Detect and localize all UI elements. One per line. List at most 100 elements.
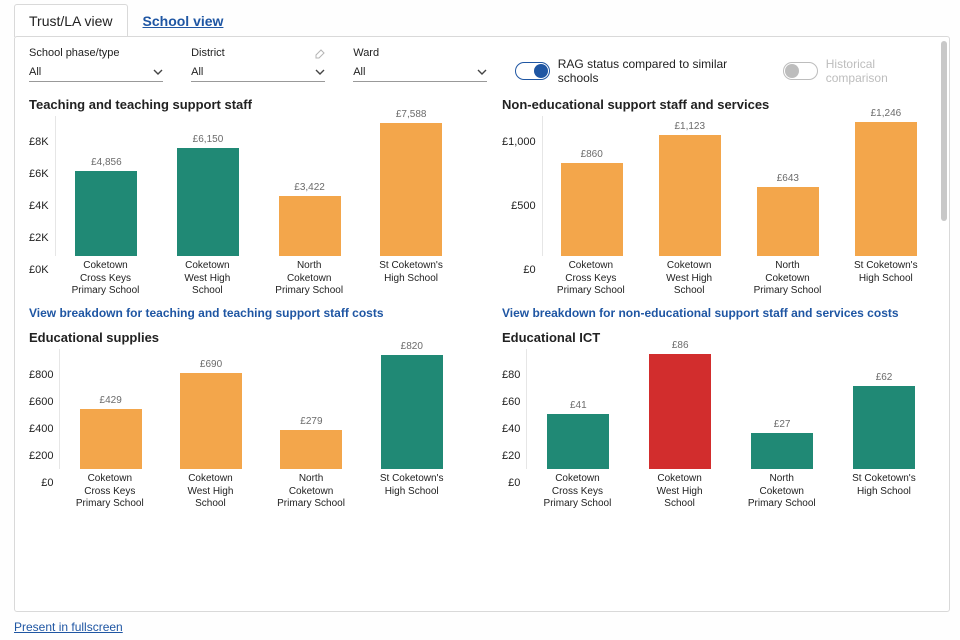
chart-area: £800 £600 £400 £200 £0 £429£690£279£820 … [29, 349, 462, 509]
bar[interactable] [180, 373, 242, 469]
y-axis: £8K £6K £4K £2K £0K [29, 116, 55, 276]
bar[interactable] [547, 414, 609, 469]
bar[interactable] [751, 433, 813, 469]
bar-value-label: £6,150 [174, 134, 242, 145]
bar-value-label: £3,422 [276, 182, 344, 193]
bar[interactable] [381, 355, 443, 469]
toggle-track [783, 62, 817, 80]
bar[interactable] [649, 354, 711, 469]
bar[interactable] [757, 187, 819, 256]
filter-label: School phase/type [29, 47, 163, 59]
bar[interactable] [280, 430, 342, 469]
category-row: Coketown Cross Keys Primary School Coketo… [55, 256, 462, 298]
chart-teaching-support: Teaching and teaching support staff £8K … [29, 97, 462, 320]
category-label: Coketown Cross Keys Primary School [72, 260, 140, 298]
bar-col: £279 [277, 349, 345, 469]
plot: £41£86£27£62 Coketown Cross Keys Primary… [526, 349, 935, 509]
bar-col: £62 [850, 349, 918, 469]
bar-col: £41 [544, 349, 612, 469]
category-label: Coketown Cross Keys Primary School [76, 473, 144, 511]
filter-select-district[interactable]: All [191, 63, 325, 82]
bar-col: £4,856 [72, 116, 140, 256]
bar[interactable] [279, 196, 341, 256]
category-label: Coketown West High School [173, 260, 241, 298]
bar[interactable] [659, 135, 721, 256]
filter-label: Ward [353, 47, 487, 59]
bar-col: £86 [646, 349, 714, 469]
bars-row: £860£1,123£643£1,246 [542, 116, 935, 256]
y-tick: £0 [41, 477, 53, 489]
bar[interactable] [855, 122, 917, 256]
y-axis: £1,000 £500 £0 [502, 116, 542, 276]
bar[interactable] [75, 171, 137, 256]
bar-col: £429 [77, 349, 145, 469]
filter-value: All [29, 66, 41, 78]
y-tick: £500 [511, 200, 535, 212]
y-tick: £200 [29, 450, 53, 462]
filter-label-text: Ward [353, 47, 379, 59]
y-tick: £40 [502, 423, 520, 435]
eraser-icon[interactable] [313, 47, 325, 59]
tab-school-view[interactable]: School view [128, 4, 239, 37]
chart-area: £1,000 £500 £0 £860£1,123£643£1,246 Coke… [502, 116, 935, 296]
y-axis: £80 £60 £40 £20 £0 [502, 349, 526, 489]
filter-label: District [191, 47, 325, 59]
bars-row: £4,856 £6,150 £3,422 £7,588 [55, 116, 462, 256]
y-axis: £800 £600 £400 £200 £0 [29, 349, 59, 489]
plot: £429£690£279£820 Coketown Cross Keys Pri… [59, 349, 462, 509]
y-tick: £0 [508, 477, 520, 489]
chart-title: Educational ICT [502, 330, 935, 345]
filter-ward: Ward All [353, 47, 487, 82]
tabs: Trust/LA view School view [0, 0, 960, 36]
category-label: North Coketown Primary School [748, 473, 816, 511]
bars-row: £429£690£279£820 [59, 349, 462, 469]
category-label: St Coketown's High School [850, 473, 918, 511]
scrollbar[interactable] [941, 41, 947, 221]
bar[interactable] [853, 386, 915, 469]
bar[interactable] [80, 409, 142, 469]
toggle-row: RAG status compared to similar schools H… [515, 47, 935, 85]
y-tick: £6K [29, 168, 49, 180]
present-in-fullscreen-link[interactable]: Present in fullscreen [14, 620, 123, 634]
bar-value-label: £41 [544, 400, 612, 411]
bar-col: £860 [558, 116, 626, 256]
bar-value-label: £860 [558, 149, 626, 160]
chart-link-teaching[interactable]: View breakdown for teaching and teaching… [29, 306, 462, 320]
bar-col: £7,588 [377, 116, 445, 256]
bar-col: £6,150 [174, 116, 242, 256]
charts-grid: Teaching and teaching support staff £8K … [29, 97, 935, 509]
toggle-rag-status[interactable]: RAG status compared to similar schools [515, 57, 761, 85]
category-label: Coketown West High School [646, 473, 714, 511]
toggle-historical-comparison[interactable]: Historical comparison [783, 57, 935, 85]
main-panel: School phase/type All District All [14, 36, 950, 612]
category-label: Coketown Cross Keys Primary School [557, 260, 625, 298]
chart-link-non-ed-support[interactable]: View breakdown for non-educational suppo… [502, 306, 935, 320]
filter-select-phase[interactable]: All [29, 63, 163, 82]
category-label: Coketown West High School [176, 473, 244, 511]
bar[interactable] [561, 163, 623, 256]
y-tick: £1,000 [502, 136, 536, 148]
category-label: North Coketown Primary School [277, 473, 345, 511]
chart-non-educational-support: Non-educational support staff and servic… [502, 97, 935, 320]
plot: £860£1,123£643£1,246 Coketown Cross Keys… [542, 116, 935, 296]
bar-value-label: £643 [754, 173, 822, 184]
bar-col: £1,246 [852, 116, 920, 256]
bar[interactable] [177, 148, 239, 256]
category-label: St Coketown's High School [378, 473, 446, 511]
chart-area: £80 £60 £40 £20 £0 £41 £86 £27 £62 Coketown… [502, 349, 935, 509]
bar-value-label: £1,246 [852, 108, 920, 119]
bar-value-label: £62 [850, 372, 918, 383]
filter-label-text: District [191, 47, 225, 59]
bar-col: £27 [748, 349, 816, 469]
category-row: Coketown Cross Keys Primary School Coketo… [59, 469, 462, 511]
bar[interactable] [380, 123, 442, 256]
plot: £4,856 £6,150 £3,422 £7,588 Coketown Cross … [55, 116, 462, 296]
chart-educational-supplies: Educational supplies £800 £600 £400 £200… [29, 330, 462, 509]
filter-select-ward[interactable]: All [353, 63, 487, 82]
tab-trust-la-view[interactable]: Trust/LA view [14, 4, 128, 37]
y-tick: £600 [29, 396, 53, 408]
y-tick: £20 [502, 450, 520, 462]
y-tick: £0K [29, 264, 49, 276]
bar-value-label: £27 [748, 419, 816, 430]
toggle-track [515, 62, 549, 80]
